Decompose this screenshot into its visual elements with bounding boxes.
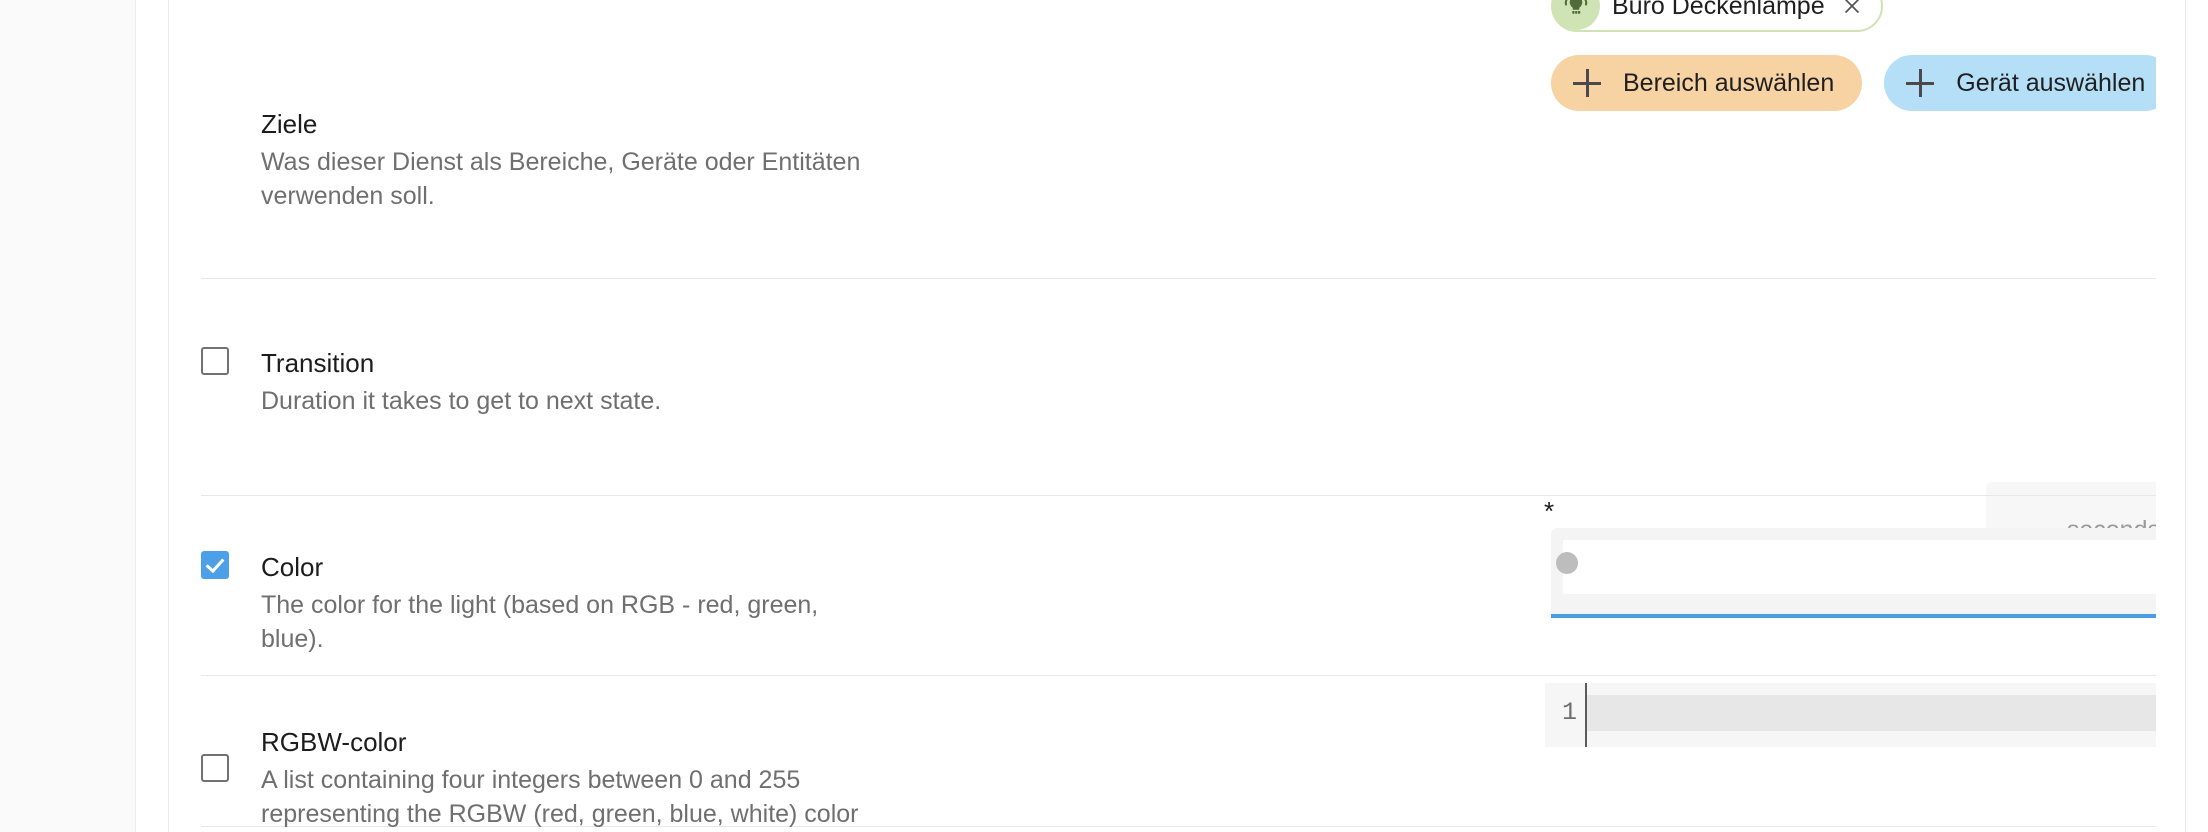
transition-label-cell: Transition Duration it takes to get to n… [201, 279, 876, 418]
editor-line-number: 1 [1562, 698, 1577, 728]
pick-device-label: Gerät auswählen [1956, 69, 2145, 97]
targets-title: Ziele [261, 108, 876, 141]
slider-thumb[interactable] [1556, 552, 1578, 574]
transition-checkbox[interactable] [201, 347, 229, 375]
plus-icon [1573, 69, 1601, 97]
targets-description: Was dieser Dienst als Bereiche, Geräte o… [261, 145, 876, 213]
target-entity-label: Büro Deckenlampe [1612, 0, 1825, 20]
rgbw-checkbox[interactable] [201, 754, 229, 782]
ceiling-light-icon [1552, 0, 1600, 30]
fields-panel: Ziele Was dieser Dienst als Bereiche, Ge… [200, 0, 2157, 832]
editor-caret [1589, 697, 1591, 729]
page-right-margin [2186, 0, 2208, 832]
row-rgbw: RGBW-color A list containing four intege… [201, 675, 2157, 826]
close-icon[interactable] [1839, 0, 1865, 19]
color-input[interactable] [1563, 540, 2164, 594]
color-input-wrapper[interactable] [1551, 528, 2176, 616]
editor-active-line [1587, 695, 2182, 731]
color-title: Color [261, 551, 861, 584]
rgbw-label-cell: RGBW-color A list containing four intege… [201, 676, 876, 832]
color-description: The color for the light (based on RGB - … [261, 588, 861, 656]
color-label-cell: Color The color for the light (based on … [201, 496, 876, 656]
targets-add-buttons: Bereich auswählen Gerät auswählen Entitä… [1551, 55, 2208, 111]
target-entity-chip[interactable]: Büro Deckenlampe [1551, 0, 1883, 32]
transition-title: Transition [261, 347, 661, 380]
rgbw-title: RGBW-color [261, 726, 861, 759]
pick-area-button[interactable]: Bereich auswählen [1551, 55, 1862, 111]
row-transition: Transition Duration it takes to get to n… [201, 278, 2157, 495]
service-config-panel: Ziele Was dieser Dienst als Bereiche, Ge… [0, 0, 2208, 832]
dialog-left-gutter [169, 0, 200, 832]
transition-description: Duration it takes to get to next state. [261, 384, 661, 418]
app-sidebar-rail [0, 0, 136, 832]
row-color: Color The color for the light (based on … [201, 495, 2157, 675]
editor-line-gutter: 1 [1545, 683, 1587, 747]
sidebar-gap [136, 0, 169, 832]
targets-label-cell: Ziele Was dieser Dienst als Bereiche, Ge… [201, 0, 876, 213]
color-input-focus-underline [1551, 614, 2176, 618]
plus-icon [1906, 69, 1934, 97]
targets-chip-list: Büro Deckenlampe [1551, 0, 2208, 32]
rgbw-description: A list containing four integers between … [261, 763, 861, 832]
pick-area-label: Bereich auswählen [1623, 69, 1834, 97]
color-checkbox[interactable] [201, 551, 229, 579]
row-targets: Ziele Was dieser Dienst als Bereiche, Ge… [201, 0, 2157, 278]
pick-device-button[interactable]: Gerät auswählen [1884, 55, 2173, 111]
rgbw-yaml-editor[interactable]: 1 [1545, 683, 2182, 747]
dialog-right-gutter [2156, 0, 2186, 832]
editor-content-area[interactable] [1587, 683, 2182, 747]
